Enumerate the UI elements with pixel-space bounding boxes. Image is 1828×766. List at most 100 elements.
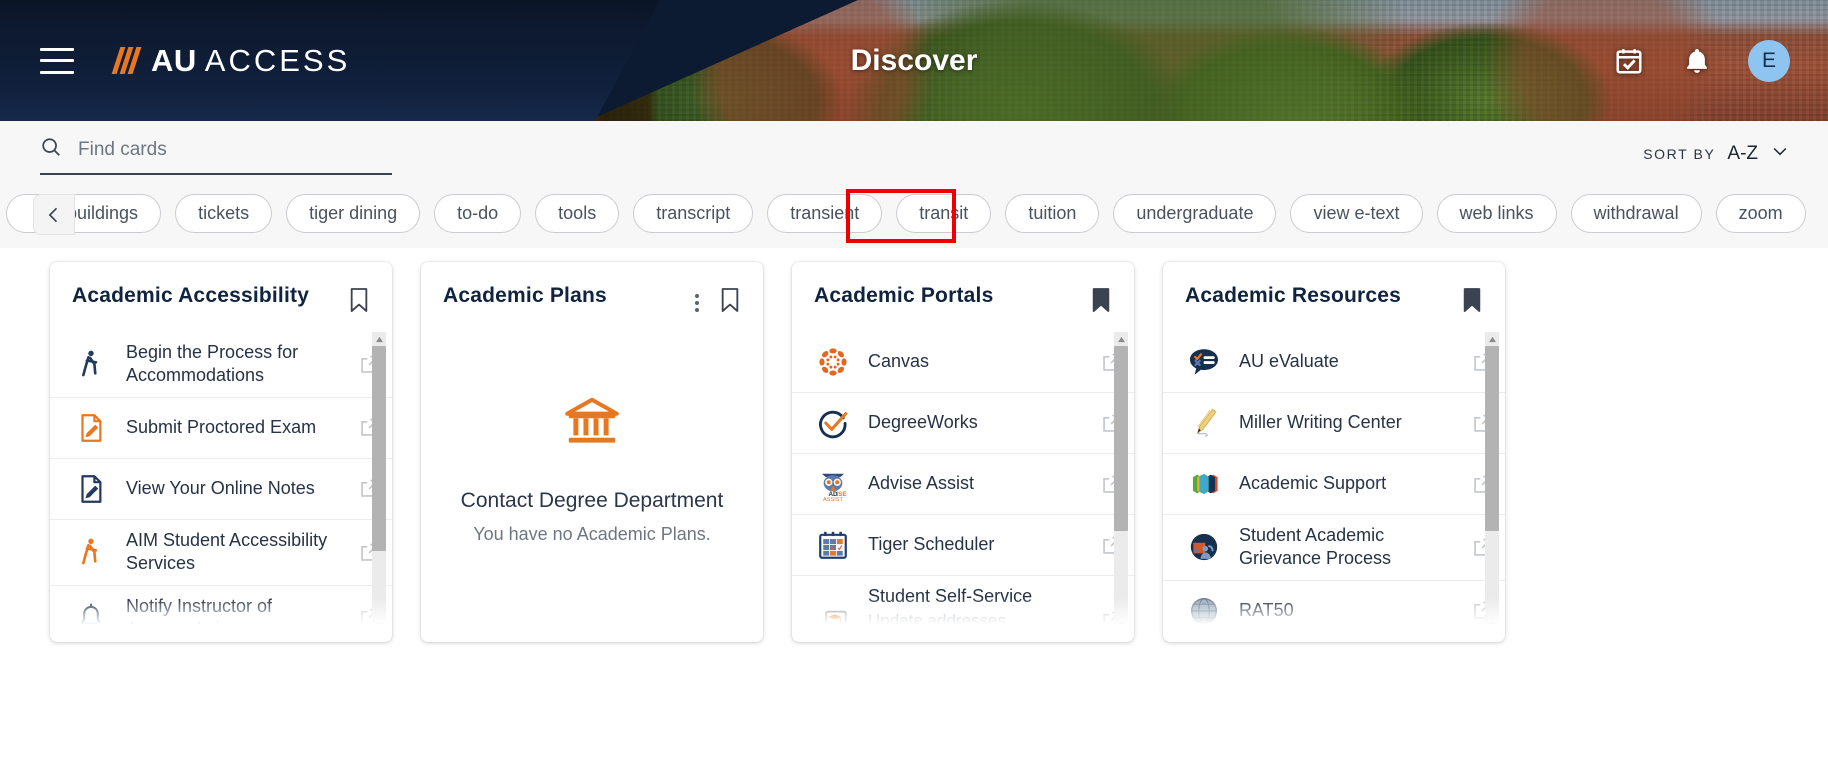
list-item[interactable]: AU eValuate xyxy=(1163,332,1505,393)
hamburger-menu-icon[interactable] xyxy=(40,47,74,74)
list-item[interactable]: Miller Writing Center xyxy=(1163,393,1505,454)
scroll-down-arrow[interactable] xyxy=(372,618,386,632)
list-item[interactable]: Academic Support xyxy=(1163,454,1505,515)
list-item-text: Student Self-Service Update addresses, em… xyxy=(868,585,1084,632)
list-item-label: Student Self-Service xyxy=(868,586,1033,606)
list-item[interactable]: Begin the Process for Accommodations xyxy=(50,332,392,398)
tag-chip[interactable]: transient xyxy=(767,194,883,233)
advise-assist-owl-icon: AD ISE ASSIST xyxy=(814,465,852,503)
bell-icon xyxy=(72,599,110,632)
bookmark-outline-icon[interactable] xyxy=(719,287,741,318)
card-scrollbar[interactable] xyxy=(372,332,386,632)
scroll-left-button[interactable] xyxy=(33,194,75,235)
sort-by-control[interactable]: SORT BY A-Z xyxy=(1643,141,1790,166)
tag-chip[interactable]: tiger dining xyxy=(286,194,421,233)
list-item[interactable]: RAT50 xyxy=(1163,581,1505,632)
tag-chip[interactable]: to-do xyxy=(434,194,522,233)
scrollbar-track[interactable] xyxy=(372,346,386,618)
chevron-down-icon xyxy=(1770,141,1790,166)
degreeworks-check-icon xyxy=(814,404,852,442)
tag-chip[interactable]: tools xyxy=(535,194,620,233)
tag-chip[interactable]: transcript xyxy=(633,194,754,233)
search-box[interactable] xyxy=(40,132,392,175)
tag-chip[interactable]: zoom xyxy=(1715,194,1806,233)
tag-chip[interactable]: undergraduate xyxy=(1113,194,1277,233)
scrollbar-track[interactable] xyxy=(1485,346,1499,618)
sort-by-label: SORT BY xyxy=(1643,145,1716,162)
card-scrollbar[interactable] xyxy=(1485,332,1499,632)
bookmark-filled-icon[interactable] xyxy=(1090,287,1112,318)
discover-page: AU ACCESS E Discover Find cards SORT BY … xyxy=(0,0,1828,766)
tag-chip-row[interactable]: buildings tickets tiger dining to-do tools tr… xyxy=(6,194,1828,233)
tag-chip[interactable]: web links xyxy=(1436,194,1557,233)
tag-chip[interactable]: withdrawal xyxy=(1570,194,1702,233)
list-item[interactable]: Submit Proctored Exam xyxy=(50,398,392,459)
list-item-label: Submit Proctored Exam xyxy=(126,417,317,438)
scrollbar-thumb[interactable] xyxy=(1485,346,1499,531)
list-item[interactable]: View Your Online Notes xyxy=(50,459,392,520)
card: Academic Plans Contact Degree Department Y… xyxy=(421,262,763,642)
list-item-text: Begin the Process for Accommodations xyxy=(126,341,342,388)
scroll-up-arrow[interactable] xyxy=(1485,332,1499,346)
walking-person-icon xyxy=(72,345,110,383)
scroll-down-arrow[interactable] xyxy=(1114,618,1128,632)
list-item-label: Notify Instructor of Accomodations xyxy=(126,595,273,632)
empty-state-title: Contact Degree Department xyxy=(460,488,724,512)
list-item-label: Advise Assist xyxy=(868,473,975,494)
tag-chip[interactable]: transit xyxy=(896,194,992,233)
tag-chip[interactable]: tickets xyxy=(175,194,273,233)
document-pencil-icon xyxy=(72,409,110,447)
scroll-up-arrow[interactable] xyxy=(372,332,386,346)
avatar[interactable]: E xyxy=(1748,39,1790,82)
card-header: Academic Portals xyxy=(792,262,1134,318)
card-title: Academic Accessibility xyxy=(72,284,310,307)
slashes-icon xyxy=(111,47,142,74)
globe-icon xyxy=(1185,592,1223,630)
scroll-down-arrow[interactable] xyxy=(1485,618,1499,632)
card-item-list: Begin the Process for Accommodations Subm… xyxy=(50,332,392,632)
list-item[interactable]: AIM Student Accessibility Services xyxy=(50,520,392,586)
app-header: AU ACCESS E Discover xyxy=(0,0,1828,121)
tag-chip[interactable]: tuition xyxy=(1005,194,1100,233)
canvas-logo-icon xyxy=(814,343,852,381)
au-access-logo[interactable]: AU ACCESS xyxy=(111,42,351,79)
list-item-label: AU eValuate xyxy=(1239,351,1339,372)
card-header-actions xyxy=(348,284,370,318)
list-item[interactable]: DegreeWorks xyxy=(792,393,1134,454)
card-empty-state: Contact Degree Department You have no Aca… xyxy=(421,318,763,618)
tag-chip[interactable]: view e-text xyxy=(1290,194,1423,233)
scroll-up-arrow[interactable] xyxy=(1114,332,1128,346)
tag-chip[interactable]: buildings xyxy=(6,194,162,233)
list-item[interactable]: AD ISE ASSIST Advise Assist xyxy=(792,454,1134,515)
card-item-list: AU eValuate Miller Writing Center Academic… xyxy=(1163,332,1505,632)
notification-bell-icon[interactable] xyxy=(1680,44,1714,78)
list-item-label: Begin the Process for Accommodations xyxy=(126,342,299,386)
list-item-subtitle: Update addresses, emergency xyxy=(868,611,1011,631)
card-scrollbar[interactable] xyxy=(1114,332,1128,632)
list-item-text: AU eValuate xyxy=(1239,350,1455,373)
list-item[interactable]: Tiger Scheduler xyxy=(792,515,1134,576)
list-item-text: Notify Instructor of Accomodations xyxy=(126,595,342,632)
list-item-label: Canvas xyxy=(868,351,930,372)
list-item[interactable]: Notify Instructor of Accomodations xyxy=(50,586,392,632)
list-item-text: Advise Assist xyxy=(868,472,1084,495)
bookmark-filled-icon[interactable] xyxy=(1461,287,1483,318)
list-item-label: AIM Student Accessibility Services xyxy=(126,529,328,574)
card-header: Academic Resources xyxy=(1163,262,1505,318)
bookmark-outline-icon[interactable] xyxy=(348,287,370,318)
brand-light: ACCESS xyxy=(204,42,351,78)
card-title: Academic Resources xyxy=(1185,284,1402,307)
list-item[interactable]: Student Self-Service Update addresses, em… xyxy=(792,576,1134,632)
list-item[interactable]: Student Academic Grievance Process xyxy=(1163,515,1505,581)
scrollbar-thumb[interactable] xyxy=(1114,346,1128,531)
search-input[interactable] xyxy=(78,138,392,161)
list-item[interactable]: Canvas xyxy=(792,332,1134,393)
list-item-text: RAT50 xyxy=(1239,599,1455,622)
calendar-check-icon[interactable] xyxy=(1612,44,1646,78)
more-options-icon[interactable] xyxy=(691,292,703,314)
list-item-label: Miller Writing Center xyxy=(1239,412,1402,433)
card-title: Academic Portals xyxy=(814,284,994,307)
scrollbar-track[interactable] xyxy=(1114,346,1128,618)
scrollbar-thumb[interactable] xyxy=(372,346,386,551)
list-item-label: RAT50 xyxy=(1239,600,1294,621)
